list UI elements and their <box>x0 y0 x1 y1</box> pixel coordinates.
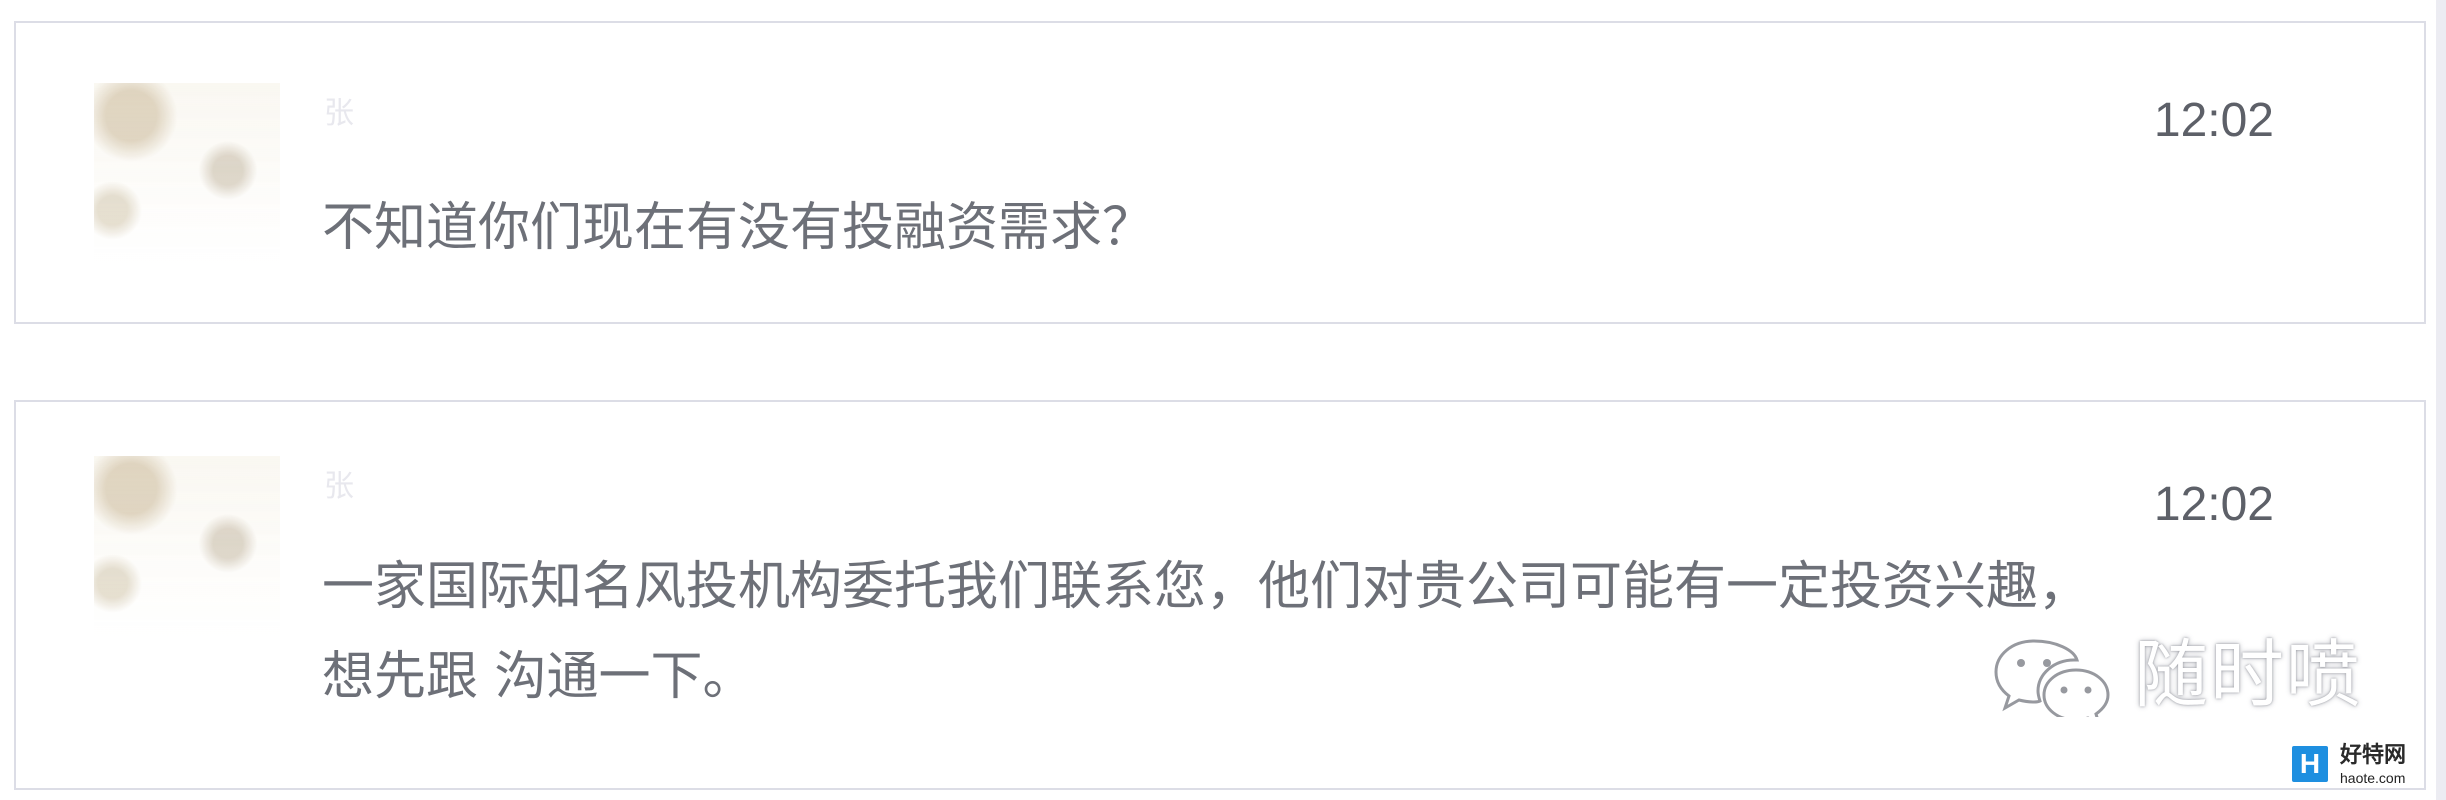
wechat-icon <box>1994 639 2110 717</box>
site-logo: H 好特网 haote.com <box>2292 742 2432 792</box>
site-logo-icon: H <box>2292 746 2328 782</box>
message-text: 不知道你们现在有没有投融资需求？ <box>322 198 1155 258</box>
site-logo-url: haote.com <box>2340 770 2406 786</box>
message-text-line: 想先跟 沟通一下。 <box>322 647 755 707</box>
sender-name: 张 <box>324 96 356 131</box>
message-item[interactable]: 张 12:02 一家国际知名风投机构委托我们联系您，他们对贵公司可能有一定投资兴… <box>14 400 2426 790</box>
watermark-label: 随时喷 <box>2134 632 2362 718</box>
wechat-watermark: 随时喷 <box>1990 620 2390 730</box>
message-item[interactable]: 张 12:02 不知道你们现在有没有投融资需求？ <box>14 21 2426 324</box>
message-time: 12:02 <box>2153 94 2274 147</box>
site-logo-name: 好特网 <box>2340 743 2407 768</box>
message-text: 一家国际知名风投机构委托我们联系您，他们对贵公司可能有一定投资兴趣， 想先跟 沟… <box>322 542 2222 722</box>
message-time: 12:02 <box>2153 478 2274 531</box>
sender-name: 张 <box>324 469 356 504</box>
avatar[interactable] <box>94 83 280 265</box>
message-text-line: 一家国际知名风投机构委托我们联系您，他们对贵公司可能有一定投资兴趣， <box>322 557 2091 617</box>
message-list-page: 张 12:02 不知道你们现在有没有投融资需求？ 张 12:02 一家国际知名风… <box>0 0 2446 800</box>
vertical-scrollbar[interactable] <box>2436 0 2446 800</box>
avatar[interactable] <box>94 456 280 638</box>
